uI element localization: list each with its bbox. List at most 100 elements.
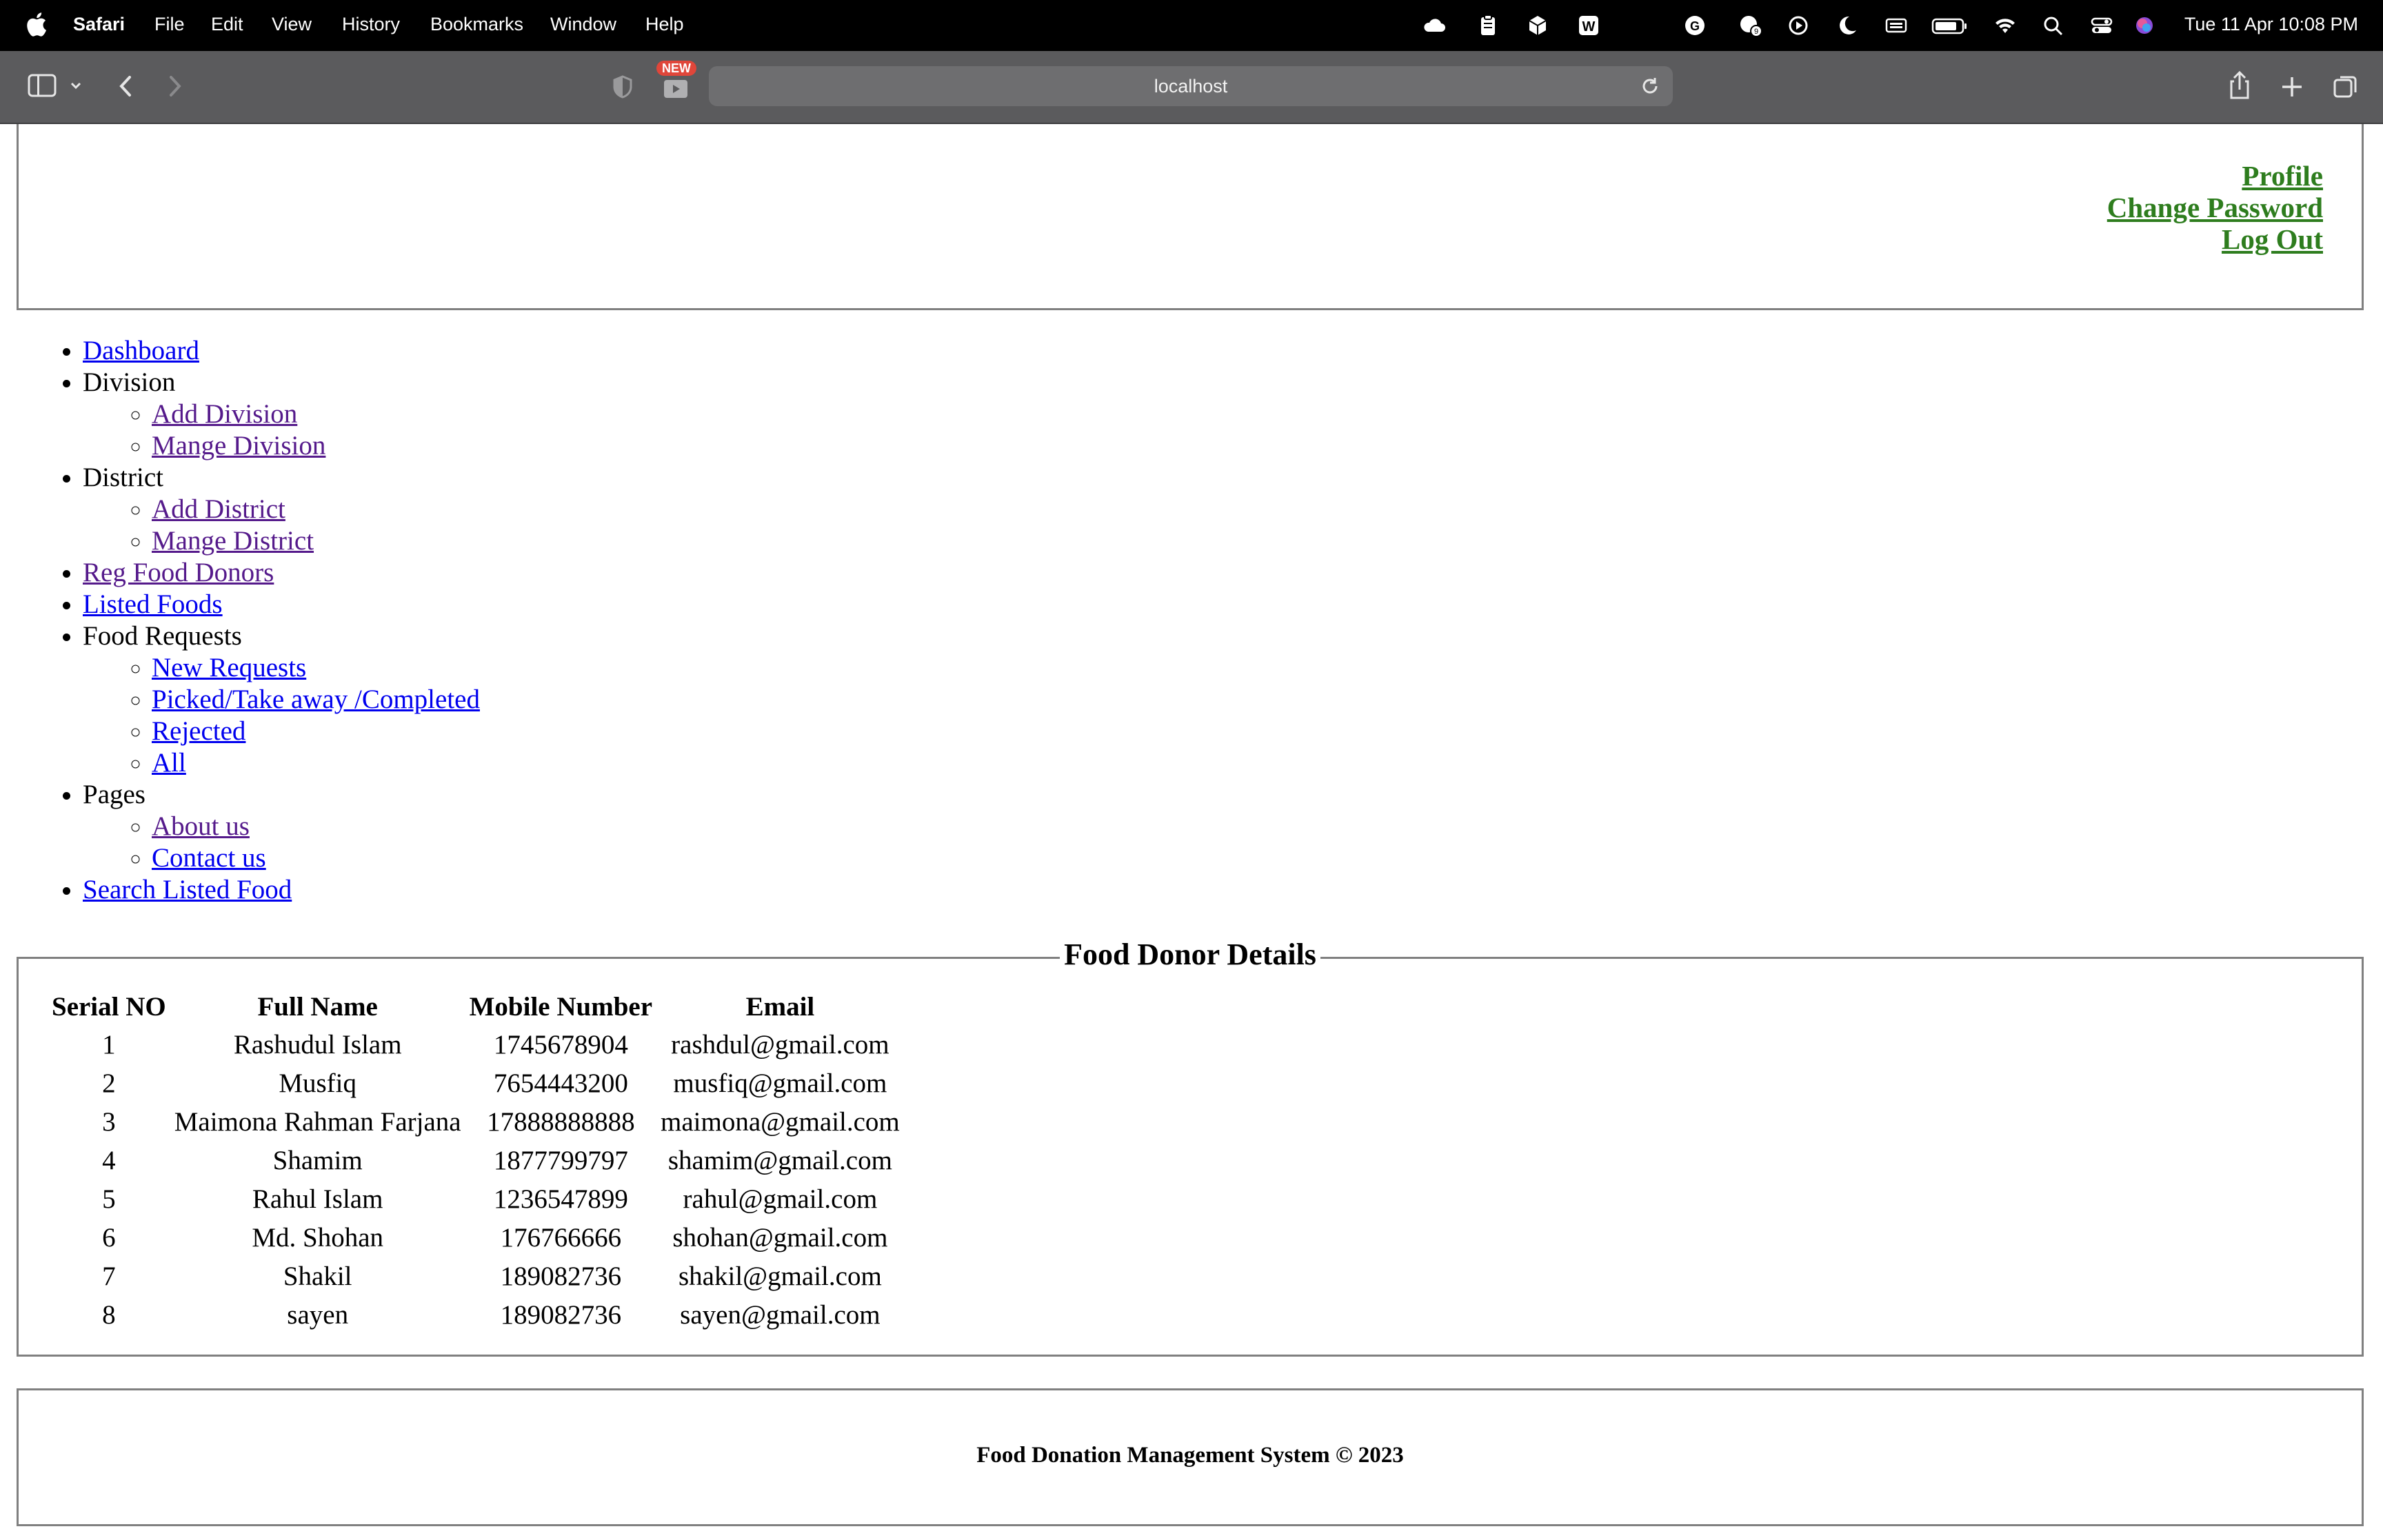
siri-icon[interactable] [2132,14,2157,37]
nav-picked-completed[interactable]: Picked/Take away /Completed [152,685,480,714]
table-row: 5 Rahul Islam 1236547899 rahul@gmail.com [52,1179,900,1218]
menu-view[interactable]: View [272,14,312,35]
nav-contact-us[interactable]: Contact us [152,843,266,873]
cell-name: Shakil [283,1261,352,1291]
svg-text:9: 9 [1754,28,1758,36]
cell-mobile: 1877799797 [493,1145,628,1175]
menu-history[interactable]: History [342,14,400,35]
cell-mobile: 189082736 [500,1299,622,1330]
cell-mobile: 17888888888 [487,1106,635,1137]
search-icon[interactable] [2041,14,2066,37]
cell-name: Md. Shohan [252,1222,384,1253]
nav-dashboard[interactable]: Dashboard [83,336,199,365]
privacy-shield-icon[interactable] [611,74,634,99]
nav-all-requests[interactable]: All [152,748,186,778]
nav-add-district[interactable]: Add District [152,494,285,524]
cell-email: shohan@gmail.com [672,1222,888,1253]
back-arrow-icon[interactable] [113,73,138,99]
cell-name: Musfiq [279,1068,357,1098]
menu-bookmarks[interactable]: Bookmarks [430,14,523,35]
nav-search-listed-food[interactable]: Search Listed Food [83,875,292,904]
new-tab-icon[interactable] [2280,74,2304,99]
nav-manage-district[interactable]: Mange District [152,526,314,556]
nav-manage-division[interactable]: Mange Division [152,431,325,460]
apple-logo-icon[interactable] [26,11,47,37]
nav-reg-food-donors[interactable]: Reg Food Donors [83,558,274,587]
wifi-icon[interactable] [1993,14,2018,37]
col-serial-no: Serial NO [52,991,166,1022]
nav-district-label: District [83,463,163,492]
cell-mobile: 189082736 [500,1261,622,1291]
nav-about-us[interactable]: About us [152,811,250,841]
nav-new-requests[interactable]: New Requests [152,653,306,682]
nav-listed-foods[interactable]: Listed Foods [83,589,223,619]
cell-name: Rashudul Islam [233,1029,402,1060]
menu-window[interactable]: Window [550,14,616,35]
keyboard-icon[interactable] [1884,14,1909,37]
cube-icon[interactable] [1525,14,1550,37]
change-password-link[interactable]: Change Password [2107,192,2323,223]
cell-name: Shamim [272,1145,363,1175]
menu-file[interactable]: File [154,14,185,35]
cell-email: shamim@gmail.com [667,1145,892,1175]
donor-table: Serial NO Full Name Mobile Number Email … [43,988,908,1334]
cell-serial: 7 [102,1261,116,1291]
tab-overview-icon[interactable] [2332,73,2360,101]
cloud-icon[interactable] [1422,14,1447,37]
details-legend: Food Donor Details [19,937,2362,972]
macos-menu-bar: Safari File Edit View History Bookmarks … [0,0,2383,51]
battery-icon[interactable] [1931,14,1968,37]
cell-email: sayen@gmail.com [680,1299,881,1330]
nav-rejected[interactable]: Rejected [152,716,245,746]
address-bar[interactable]: localhost [709,66,1673,106]
menu-app-name[interactable]: Safari [73,14,125,35]
cell-email: shakil@gmail.com [678,1261,882,1291]
cell-email: rahul@gmail.com [683,1184,878,1214]
new-badge: NEW [656,61,696,76]
control-center-icon[interactable] [2089,14,2114,37]
chevron-down-icon[interactable] [69,79,83,92]
play-icon[interactable] [1786,14,1811,37]
address-url: localhost [1154,76,1228,97]
share-icon[interactable] [2227,70,2252,101]
cell-mobile: 7654443200 [493,1068,628,1098]
cell-serial: 4 [102,1145,116,1175]
reader-extension-icon[interactable] [662,77,690,99]
logout-link[interactable]: Log Out [2107,223,2323,255]
chat-icon[interactable]: 9 [1738,14,1762,37]
page-footer: Food Donation Management System © 2023 [17,1388,2364,1526]
cell-name: Maimona Rahman Farjana [174,1106,461,1137]
sidebar-toggle-icon[interactable] [28,73,57,98]
cell-email: musfiq@gmail.com [673,1068,887,1098]
menubar-clock[interactable]: Tue 11 Apr 10:08 PM [2184,14,2358,35]
cell-mobile: 176766666 [500,1222,622,1253]
page-header: Profile Change Password Log Out [17,124,2364,310]
cell-serial: 6 [102,1222,116,1253]
table-row: 2 Musfiq 7654443200 musfiq@gmail.com [52,1064,900,1102]
moon-icon[interactable] [1834,14,1859,37]
cell-serial: 3 [102,1106,116,1137]
nav-food-requests-label: Food Requests [83,621,242,651]
profile-link[interactable]: Profile [2107,160,2323,192]
grammarly-icon[interactable]: G [1682,14,1707,37]
cell-serial: 2 [102,1068,116,1098]
forward-arrow-icon[interactable] [163,73,188,99]
col-full-name: Full Name [257,991,378,1022]
col-mobile-number: Mobile Number [469,991,653,1022]
reload-icon[interactable] [1640,76,1660,97]
cell-mobile: 1745678904 [493,1029,628,1060]
cell-serial: 5 [102,1184,116,1214]
word-icon[interactable]: W [1576,14,1601,37]
clipboard-icon[interactable] [1476,14,1500,37]
menu-help[interactable]: Help [645,14,684,35]
nav-add-division[interactable]: Add Division [152,399,297,429]
table-row: 7 Shakil 189082736 shakil@gmail.com [52,1257,900,1295]
cell-serial: 1 [102,1029,116,1060]
svg-text:G: G [1690,19,1700,33]
food-donor-details: Food Donor Details Serial NO Full Name M… [17,938,2364,1357]
menu-edit[interactable]: Edit [211,14,243,35]
account-links: Profile Change Password Log Out [2107,160,2323,255]
table-row: 4 Shamim 1877799797 shamim@gmail.com [52,1141,900,1179]
cell-name: Rahul Islam [252,1184,383,1214]
table-row: 6 Md. Shohan 176766666 shohan@gmail.com [52,1218,900,1257]
